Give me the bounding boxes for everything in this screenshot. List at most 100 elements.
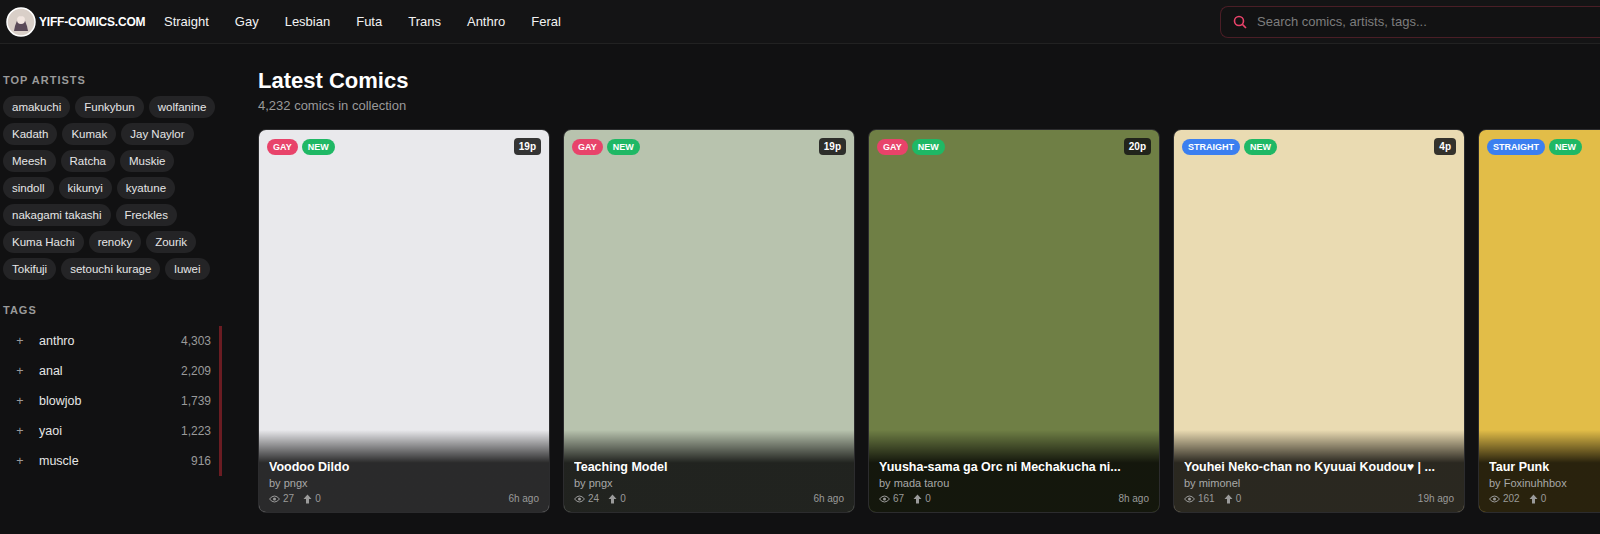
comic-title: Youhei Neko-chan no Kyuuai Koudou♥ | ... [1184, 460, 1454, 474]
nav-item[interactable]: Anthro [467, 14, 505, 29]
body: TOP ARTISTS amakuchiFunkybunwolfanine Kada… [0, 44, 1600, 534]
tag-plus-icon[interactable]: + [11, 334, 29, 348]
artist-chip[interactable]: Freckles [116, 204, 177, 226]
badge-list: STRAIGHTNEW [1487, 139, 1582, 155]
artist-chip[interactable]: Kuma Hachi [3, 231, 84, 253]
comic-card[interactable]: STRAIGHTNEW Taur Punk by Foxinuhhbox 2020 [1478, 129, 1600, 513]
artist-chip[interactable]: nakagami takashi [3, 204, 111, 226]
nav-item[interactable]: Trans [408, 14, 441, 29]
upvote-icon [608, 494, 617, 504]
logo[interactable]: YIFF-COMICS.COM [6, 7, 156, 37]
tag-plus-icon[interactable]: + [11, 424, 29, 438]
badge-list: STRAIGHTNEW [1182, 139, 1277, 155]
comic-title: Teaching Model [574, 460, 844, 474]
eye-icon [1184, 495, 1195, 503]
tag-count: 1,223 [181, 424, 211, 438]
nav: Straight Gay Lesbian Futa Trans Anthro Feral [164, 14, 561, 29]
tag-name: yaoi [39, 424, 62, 438]
tag-count: 4,303 [181, 334, 211, 348]
top-bar: YIFF-COMICS.COM Straight Gay Lesbian Futa Tra… [0, 0, 1600, 44]
section-title: Latest Comics [258, 68, 1600, 94]
tag-plus-icon[interactable]: + [11, 394, 29, 408]
artist-chip[interactable]: Kumak [62, 123, 116, 145]
comic-stats: 2020 [1489, 493, 1600, 504]
comic-author[interactable]: by pngx [574, 477, 844, 489]
tag-row[interactable]: +anthro4,303 [3, 326, 211, 356]
card-info: Teaching Model by pngx 2406h ago [564, 430, 854, 512]
badge: GAY [877, 139, 908, 155]
card-info: Youhei Neko-chan no Kyuuai Koudou♥ | ...… [1174, 430, 1464, 512]
tag-plus-icon[interactable]: + [11, 364, 29, 378]
badge: NEW [607, 139, 640, 155]
nav-item[interactable]: Futa [356, 14, 382, 29]
nav-item[interactable]: Feral [531, 14, 561, 29]
badge: NEW [1549, 139, 1582, 155]
comic-time: 8h ago [1118, 493, 1149, 504]
comic-card[interactable]: GAYNEW19pTeaching Modelby pngx2406h ago [563, 129, 855, 513]
nav-item[interactable]: Straight [164, 14, 209, 29]
tag-plus-icon[interactable]: + [11, 454, 29, 468]
view-count: 27 [283, 493, 294, 504]
artist-chip[interactable]: Ratcha [61, 150, 115, 172]
artist-chip[interactable]: kikunyi [59, 177, 112, 199]
comic-stats: 2406h ago [574, 493, 844, 504]
vote-count: 0 [925, 493, 931, 504]
comic-author[interactable]: by pngx [269, 477, 539, 489]
artist-list: amakuchiFunkybunwolfanine KadathKumakJay … [3, 96, 218, 280]
page-count: 20p [1124, 138, 1151, 155]
tag-row[interactable]: + yaoi 1,223 [3, 416, 211, 446]
tag-list: +anthro4,303+anal2,209+blowjob1,739+yaoi… [3, 326, 222, 476]
tag-count: 2,209 [181, 364, 211, 378]
comic-card[interactable]: GAYNEW20pYuusha-sama ga Orc ni Mechakuch… [868, 129, 1160, 513]
view-count: 67 [893, 493, 904, 504]
tag-row[interactable]: +blowjob1,739 [3, 386, 211, 416]
badge-list: GAYNEW [877, 139, 945, 155]
badge: NEW [302, 139, 335, 155]
comic-grid: GAYNEW19pVoodoo Dildoby pngx2706h agoGAY… [258, 129, 1600, 513]
tag-row[interactable]: +anal2,209 [3, 356, 211, 386]
artist-chip[interactable]: Zourik [146, 231, 196, 253]
artist-chip[interactable]: Muskie [120, 150, 174, 172]
search-icon [1233, 15, 1247, 29]
artist-chip[interactable]: Meesh [3, 150, 56, 172]
tag-row[interactable]: +muscle916 [3, 446, 211, 476]
eye-icon [1489, 495, 1500, 503]
badge-list: GAYNEW [572, 139, 640, 155]
artist-chip[interactable]: setouchi kurage [61, 258, 160, 280]
nav-item[interactable]: Lesbian [285, 14, 331, 29]
artist-chip[interactable]: wolfanine [149, 96, 216, 118]
logo-text: YIFF-COMICS.COM [39, 15, 145, 29]
tag-count: 916 [191, 454, 211, 468]
artist-chip[interactable]: sindoll [3, 177, 54, 199]
search-field[interactable] [1220, 6, 1600, 38]
badge: STRAIGHT [1182, 139, 1240, 155]
sidebar: TOP ARTISTS amakuchiFunkybunwolfanine Kada… [0, 44, 236, 534]
nav-item[interactable]: Gay [235, 14, 259, 29]
artists-title: TOP ARTISTS [3, 74, 222, 86]
comic-card[interactable]: GAYNEW19pVoodoo Dildoby pngx2706h ago [258, 129, 550, 513]
artist-chip[interactable]: renoky [89, 231, 142, 253]
comic-stats: 161019h ago [1184, 493, 1454, 504]
artist-chip[interactable]: Tokifuji [3, 258, 56, 280]
badge: NEW [912, 139, 945, 155]
artist-chip[interactable]: amakuchi [3, 96, 70, 118]
view-count: 24 [588, 493, 599, 504]
artist-chip[interactable]: kyatune [117, 177, 175, 199]
card-info: Taur Punk by Foxinuhhbox 2020 [1479, 430, 1600, 512]
tag-name: blowjob [39, 394, 81, 408]
search-input[interactable] [1255, 13, 1588, 30]
artist-chip[interactable]: Kadath [3, 123, 57, 145]
artist-chip[interactable]: Funkybun [75, 96, 144, 118]
logo-avatar-icon [6, 7, 36, 37]
comic-author[interactable]: by Foxinuhhbox [1489, 477, 1600, 489]
upvote-icon [913, 494, 922, 504]
artist-chip[interactable]: luwei [165, 258, 209, 280]
comic-card[interactable]: STRAIGHTNEW4pYouhei Neko-chan no Kyuuai … [1173, 129, 1465, 513]
badge: NEW [1244, 139, 1277, 155]
vote-count: 0 [1541, 493, 1547, 504]
artist-chip[interactable]: Jay Naylor [121, 123, 193, 145]
comic-stats: 67 0 8h ago [879, 493, 1149, 504]
comic-title: Taur Punk [1489, 460, 1600, 474]
comic-author[interactable]: by mada tarou [879, 477, 1149, 489]
comic-author[interactable]: by mimonel [1184, 477, 1454, 489]
